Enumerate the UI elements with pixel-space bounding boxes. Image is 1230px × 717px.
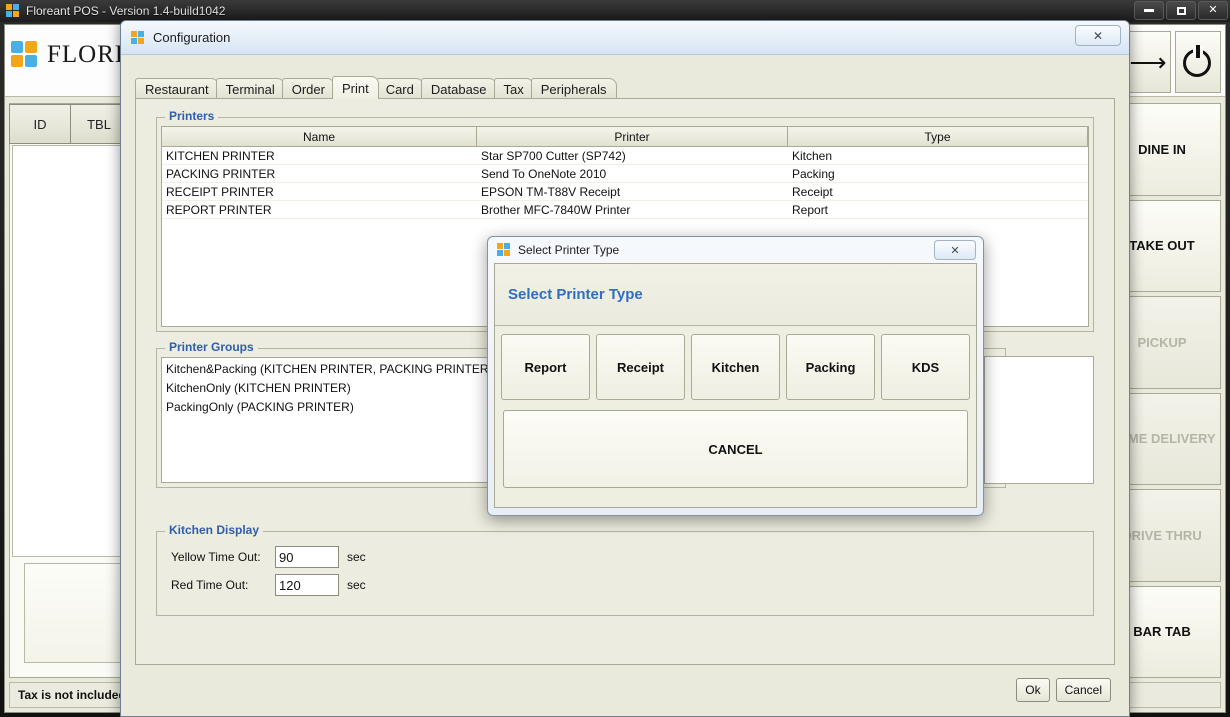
red-timeout-unit: sec [347, 578, 366, 592]
window-controls: ✕ [1134, 1, 1228, 20]
printers-column-type[interactable]: Type [788, 127, 1088, 147]
power-button[interactable] [1175, 31, 1221, 93]
cell-printer: EPSON TM-T88V Receipt [477, 183, 788, 200]
close-button[interactable]: ✕ [1198, 1, 1228, 20]
configuration-titlebar: Configuration ✕ [121, 21, 1129, 55]
floreant-squares-icon [497, 243, 511, 257]
minimize-icon [1144, 9, 1154, 12]
cell-printer: Brother MFC-7840W Printer [477, 201, 788, 218]
ok-button[interactable]: Ok [1016, 678, 1049, 702]
cell-printer: Send To OneNote 2010 [477, 165, 788, 182]
printer-type-button-packing[interactable]: Packing [786, 334, 875, 400]
printer-groups-side-panel [984, 348, 1094, 488]
tab-terminal[interactable]: Terminal [216, 78, 285, 99]
tab-database[interactable]: Database [421, 78, 497, 99]
os-window-title: Floreant POS - Version 1.4-build1042 [26, 4, 225, 18]
modal-heading: Select Printer Type [495, 264, 976, 326]
modal-titlebar: Select Printer Type ✕ [488, 237, 983, 263]
arrow-right-icon-button[interactable]: ⟶ [1125, 31, 1171, 93]
kitchen-display-group-title: Kitchen Display [165, 523, 263, 537]
printer-type-buttons: Report Receipt Kitchen Packing KDS [501, 334, 970, 400]
cell-name: PACKING PRINTER [162, 165, 477, 182]
modal-content: Select Printer Type Report Receipt Kitch… [494, 263, 977, 508]
red-timeout-input[interactable] [275, 574, 339, 596]
configuration-footer: Ok Cancel [1016, 678, 1111, 702]
configuration-tabstrip: Restaurant Terminal Order Print Card Dat… [135, 77, 1115, 99]
printers-group-title: Printers [165, 109, 218, 123]
cell-name: REPORT PRINTER [162, 201, 477, 218]
configuration-close-button[interactable]: ✕ [1075, 25, 1121, 46]
printer-type-button-report[interactable]: Report [501, 334, 590, 400]
cell-type: Packing [788, 165, 1088, 182]
yellow-timeout-unit: sec [347, 550, 366, 564]
configuration-title: Configuration [153, 30, 230, 45]
tab-print[interactable]: Print [332, 76, 379, 99]
maximize-button[interactable] [1166, 1, 1196, 20]
cell-name: RECEIPT PRINTER [162, 183, 477, 200]
cell-type: Report [788, 201, 1088, 218]
tab-order[interactable]: Order [282, 78, 335, 99]
cell-printer: Star SP700 Cutter (SP742) [477, 147, 788, 164]
modal-close-button[interactable]: ✕ [934, 240, 976, 260]
os-window: Floreant POS - Version 1.4-build1042 ✕ F… [0, 0, 1230, 717]
floreant-logo-icon [11, 41, 39, 69]
printer-groups-group-title: Printer Groups [165, 340, 258, 354]
printers-table-header: Name Printer Type [162, 127, 1088, 147]
pos-header-actions: ⟶ [1125, 31, 1221, 93]
os-titlebar: Floreant POS - Version 1.4-build1042 ✕ [0, 0, 1230, 22]
yellow-timeout-label: Yellow Time Out: [171, 550, 267, 564]
pos-logo-text: FLORE [47, 41, 131, 69]
arrow-right-icon: ⟶ [1129, 47, 1166, 78]
modal-cancel-button[interactable]: CANCEL [503, 410, 968, 488]
printer-type-button-receipt[interactable]: Receipt [596, 334, 685, 400]
power-icon [1183, 47, 1213, 77]
minimize-button[interactable] [1134, 1, 1164, 20]
floreant-squares-icon [6, 4, 20, 18]
red-timeout-label: Red Time Out: [171, 578, 267, 592]
pos-logo: FLORE [11, 41, 131, 69]
close-icon: ✕ [1208, 5, 1217, 16]
modal-title: Select Printer Type [518, 243, 619, 257]
cancel-button[interactable]: Cancel [1056, 678, 1111, 702]
maximize-icon [1177, 7, 1186, 15]
tab-peripherals[interactable]: Peripherals [531, 78, 617, 99]
cell-type: Receipt [788, 183, 1088, 200]
printer-type-button-kitchen[interactable]: Kitchen [691, 334, 780, 400]
tab-card[interactable]: Card [376, 78, 424, 99]
table-row[interactable]: PACKING PRINTER Send To OneNote 2010 Pac… [162, 165, 1088, 183]
yellow-timeout-row: Yellow Time Out: sec [171, 546, 366, 568]
table-row[interactable]: REPORT PRINTER Brother MFC-7840W Printer… [162, 201, 1088, 219]
ticket-column-id: ID [9, 104, 71, 144]
close-icon: ✕ [950, 244, 959, 257]
cell-type: Kitchen [788, 147, 1088, 164]
table-row[interactable]: KITCHEN PRINTER Star SP700 Cutter (SP742… [162, 147, 1088, 165]
printers-column-printer[interactable]: Printer [477, 127, 788, 147]
printer-groups-side-list[interactable] [984, 356, 1094, 484]
close-icon: ✕ [1093, 29, 1103, 43]
cell-name: KITCHEN PRINTER [162, 147, 477, 164]
floreant-squares-icon [131, 31, 145, 45]
table-row[interactable]: RECEIPT PRINTER EPSON TM-T88V Receipt Re… [162, 183, 1088, 201]
kitchen-display-groupbox: Kitchen Display Yellow Time Out: sec Red… [156, 531, 1094, 616]
printers-column-name[interactable]: Name [162, 127, 477, 147]
printer-type-button-kds[interactable]: KDS [881, 334, 970, 400]
select-printer-type-dialog: Select Printer Type ✕ Select Printer Typ… [487, 236, 984, 516]
yellow-timeout-input[interactable] [275, 546, 339, 568]
tab-restaurant[interactable]: Restaurant [135, 78, 219, 99]
red-timeout-row: Red Time Out: sec [171, 574, 366, 596]
tab-tax[interactable]: Tax [494, 78, 534, 99]
